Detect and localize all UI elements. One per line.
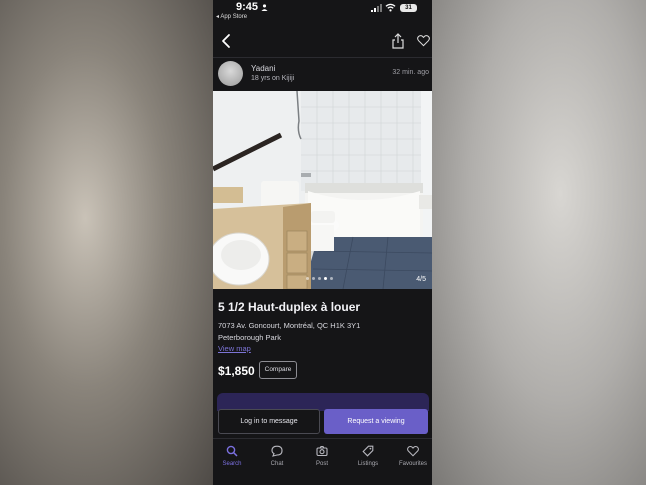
- posted-time: 32 min. ago: [392, 69, 429, 76]
- search-icon: [226, 445, 238, 457]
- gallery-dot: [318, 277, 321, 280]
- status-bar: 9:45 ◂ App Store 31: [213, 0, 432, 24]
- heart-icon: [407, 445, 419, 457]
- gallery-dot: [330, 277, 333, 280]
- wifi-icon: [385, 3, 396, 12]
- tab-label: Favourites: [398, 461, 427, 467]
- view-map-link[interactable]: View map: [218, 344, 251, 353]
- share-icon[interactable]: [391, 33, 405, 49]
- compare-button[interactable]: Compare: [259, 361, 297, 379]
- bottom-tab-bar: Search Chat Post Listings Favourites: [213, 438, 432, 485]
- gallery-dot: [312, 277, 315, 280]
- tab-favourites[interactable]: Favourites: [395, 445, 431, 467]
- seller-avatar: [218, 61, 243, 86]
- seller-membership: 18 yrs on Kijiji: [251, 75, 295, 82]
- tab-label: Post: [315, 461, 328, 467]
- seller-info[interactable]: Yadani 18 yrs on Kijiji 32 min. ago: [213, 58, 432, 91]
- chat-icon: [271, 445, 283, 457]
- gallery-dot: [306, 277, 309, 280]
- login-to-message-button[interactable]: Log in to message: [218, 409, 320, 434]
- blurred-background-right: [432, 0, 646, 485]
- tab-search[interactable]: Search: [214, 445, 250, 467]
- listing-top-bar: [213, 24, 432, 58]
- bathroom-photo: [213, 91, 432, 289]
- request-viewing-button[interactable]: Request a viewing: [324, 409, 428, 434]
- gallery-pagination-dots: [306, 277, 333, 280]
- favourite-heart-icon[interactable]: [417, 34, 430, 47]
- listing-address: 7073 Av. Goncourt, Montréal, QC H1K 3Y1: [218, 321, 361, 330]
- back-to-app-store[interactable]: ◂ App Store: [216, 13, 247, 20]
- tag-icon: [362, 445, 374, 457]
- tab-chat[interactable]: Chat: [259, 445, 295, 467]
- back-arrow-icon[interactable]: [219, 33, 235, 49]
- person-icon: [261, 4, 268, 11]
- blurred-background-left: [0, 0, 213, 485]
- tab-label: Listings: [357, 461, 379, 467]
- listing-title: 5 1/2 Haut-duplex à louer: [218, 300, 361, 314]
- signal-icon: [371, 4, 382, 12]
- battery-level: 31: [400, 4, 417, 12]
- phone-screen: 9:45 ◂ App Store 31 Yadani 18 yrs on Kij…: [213, 0, 432, 485]
- seller-name: Yadani: [251, 64, 276, 73]
- tab-label: Chat: [270, 461, 284, 467]
- listing-price: $1,850: [218, 364, 255, 378]
- gallery-dot-active: [324, 277, 327, 280]
- tab-label: Search: [222, 461, 242, 467]
- tab-listings[interactable]: Listings: [350, 445, 386, 467]
- tab-post[interactable]: Post: [304, 445, 340, 467]
- photo-counter: 4/5: [416, 276, 426, 283]
- status-time: 9:45: [236, 1, 259, 13]
- listing-neighbourhood: Peterborough Park: [218, 333, 281, 342]
- camera-icon: [316, 445, 328, 457]
- listing-photo-gallery[interactable]: 4/5: [213, 91, 432, 289]
